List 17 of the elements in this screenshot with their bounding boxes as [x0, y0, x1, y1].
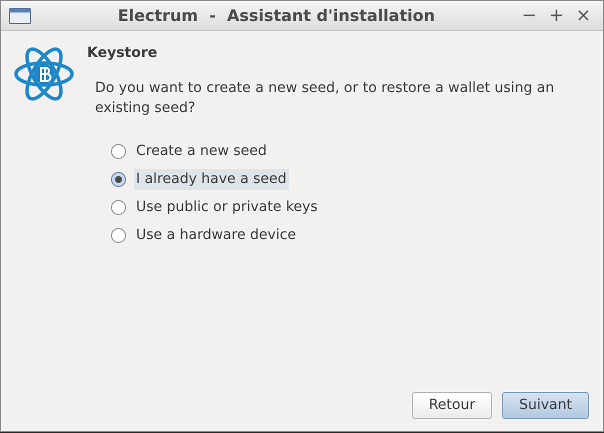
option-label[interactable]: Create a new seed	[134, 140, 269, 162]
option-label[interactable]: Use public or private keys	[134, 196, 320, 218]
radio-button[interactable]	[111, 228, 126, 242]
maximize-button[interactable]: +	[548, 6, 564, 24]
minimize-button[interactable]: −	[522, 6, 537, 24]
question-text: Do you want to create a new seed, or to restore a wallet using an existing seed?	[95, 79, 556, 118]
radio-button[interactable]	[111, 172, 126, 186]
close-button[interactable]: ×	[576, 6, 591, 24]
option-label[interactable]: I already have a seed	[134, 168, 289, 190]
radio-button[interactable]	[111, 200, 126, 214]
option-label[interactable]: Use a hardware device	[134, 224, 298, 246]
window-icon	[9, 8, 31, 24]
radio-button[interactable]	[111, 144, 126, 158]
page-heading: Keystore	[87, 44, 158, 63]
back-button[interactable]: Retour	[412, 392, 492, 419]
window-title: Electrum - Assistant d'installation	[116, 4, 436, 26]
next-button[interactable]: Suivant	[502, 392, 589, 419]
